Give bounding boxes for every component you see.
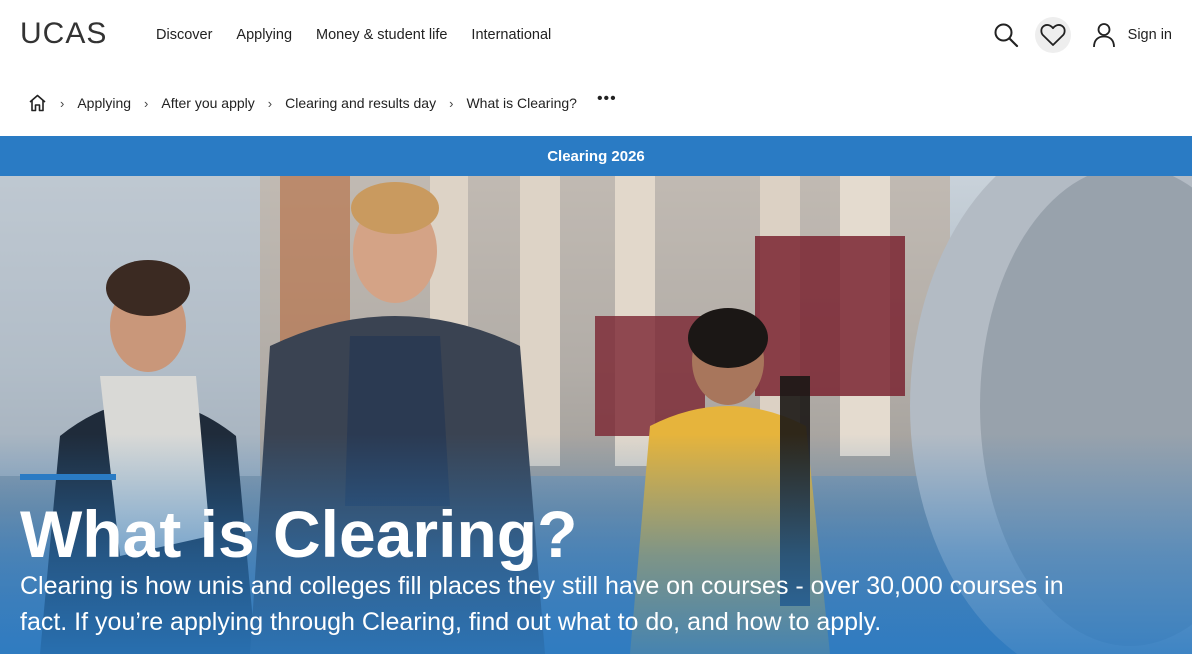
home-icon[interactable] (28, 94, 47, 112)
accent-bar (20, 474, 116, 480)
logo-text: UCAS (20, 17, 108, 50)
favourites-button[interactable] (1034, 17, 1071, 53)
page-intro: Clearing is how unis and colleges fill p… (20, 572, 1064, 636)
breadcrumb: › Applying › After you apply › Clearing … (28, 90, 617, 116)
chevron-right-icon: › (60, 95, 65, 111)
header-actions: Sign in (988, 17, 1172, 53)
page-title: What is Clearing? (20, 497, 578, 571)
main-nav: Discover Applying Money & student life I… (156, 27, 575, 43)
chevron-right-icon: › (267, 95, 273, 111)
breadcrumb-current-page: What is Clearing? (466, 95, 577, 111)
nav-applying[interactable]: Applying (236, 27, 292, 43)
hero-section: What is Clearing? Clearing is how unis a… (0, 176, 1192, 654)
breadcrumb-applying[interactable]: Applying (77, 95, 131, 111)
chevron-right-icon: › (449, 95, 454, 111)
breadcrumb-clearing-results-day[interactable]: Clearing and results day (285, 95, 436, 111)
ucas-logo[interactable]: UCAS (20, 17, 108, 50)
user-icon (1092, 23, 1115, 48)
chevron-right-icon: › (144, 95, 149, 111)
nav-international[interactable]: International (471, 27, 551, 43)
sign-in-link[interactable]: Sign in (1128, 27, 1172, 43)
nav-money-student-life[interactable]: Money & student life (316, 27, 447, 43)
account-button[interactable] (1086, 17, 1122, 53)
more-options-icon[interactable]: ••• (597, 90, 617, 108)
search-button[interactable] (988, 17, 1024, 53)
site-header: UCAS Discover Applying Money & student l… (0, 0, 1192, 70)
clearing-banner[interactable]: Clearing 2026 (0, 136, 1192, 176)
nav-discover[interactable]: Discover (156, 27, 212, 43)
heart-icon (1040, 24, 1066, 46)
breadcrumb-after-you-apply[interactable]: After you apply (161, 95, 254, 111)
search-icon (994, 23, 1018, 48)
banner-text: Clearing 2026 (547, 147, 645, 165)
